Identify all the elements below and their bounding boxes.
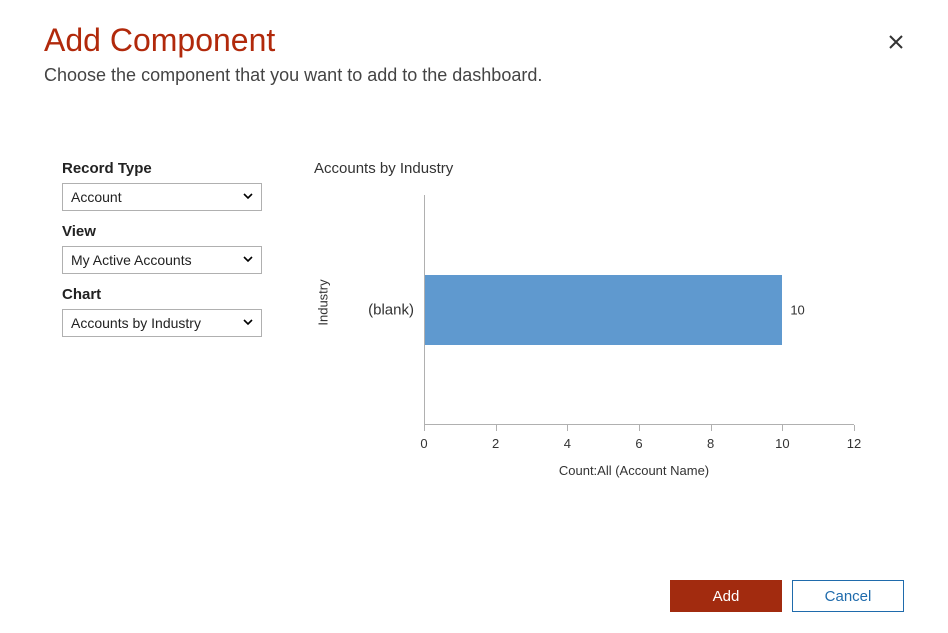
dialog-subtitle: Choose the component that you want to ad… <box>44 65 904 86</box>
chart-label: Chart <box>62 286 304 303</box>
x-tick <box>424 425 425 431</box>
x-tick <box>854 425 855 431</box>
chevron-down-icon <box>241 315 255 329</box>
x-tick-label: 2 <box>492 436 499 451</box>
x-tick <box>782 425 783 431</box>
chart-value: Accounts by Industry <box>71 315 201 331</box>
cancel-button[interactable]: Cancel <box>792 580 904 612</box>
view-select[interactable]: My Active Accounts <box>62 246 262 274</box>
x-tick-label: 0 <box>420 436 427 451</box>
x-tick-label: 8 <box>707 436 714 451</box>
chart-y-axis-label: Industry <box>316 279 331 325</box>
chart-select[interactable]: Accounts by Industry <box>62 309 262 337</box>
x-tick-label: 10 <box>775 436 789 451</box>
add-button[interactable]: Add <box>670 580 782 612</box>
close-button[interactable] <box>888 32 904 54</box>
dialog-footer: Add Cancel <box>0 559 948 633</box>
x-tick <box>639 425 640 431</box>
chart-title: Accounts by Industry <box>314 160 904 177</box>
chevron-down-icon <box>241 189 255 203</box>
dialog-title: Add Component <box>44 22 904 59</box>
chart-x-axis-label: Count:All (Account Name) <box>559 463 709 478</box>
chart-bar <box>425 275 782 345</box>
x-tick <box>567 425 568 431</box>
close-icon <box>888 30 904 55</box>
chevron-down-icon <box>241 252 255 266</box>
record-type-select[interactable]: Account <box>62 183 262 211</box>
x-tick-label: 6 <box>635 436 642 451</box>
x-tick <box>711 425 712 431</box>
x-tick <box>496 425 497 431</box>
record-type-label: Record Type <box>62 160 304 177</box>
x-tick-label: 12 <box>847 436 861 451</box>
form-panel: Record Type Account View My Active Accou… <box>62 160 304 559</box>
view-value: My Active Accounts <box>71 252 192 268</box>
bar-value-label: 10 <box>790 303 804 318</box>
chart-preview: Accounts by Industry Industry 024681012(… <box>304 160 904 559</box>
chart-plot-area: 024681012(blank)10 <box>424 195 854 425</box>
category-label: (blank) <box>368 302 424 319</box>
x-tick-label: 4 <box>564 436 571 451</box>
record-type-value: Account <box>71 189 122 205</box>
view-label: View <box>62 223 304 240</box>
